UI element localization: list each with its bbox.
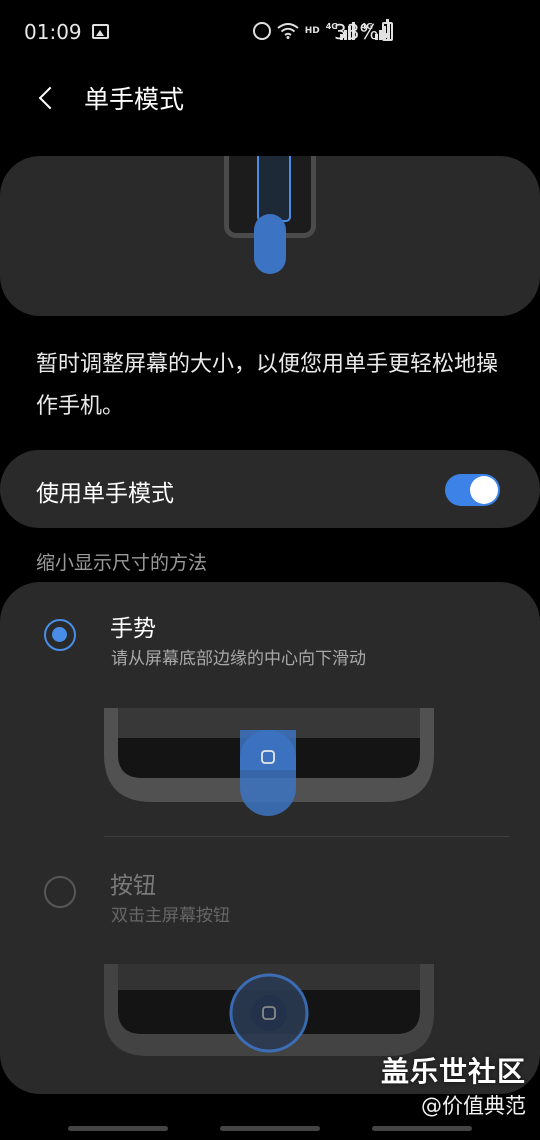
watermark-subtitle: @价值典范 bbox=[421, 1094, 526, 1118]
watermark-title: 盖乐世社区 bbox=[380, 1055, 526, 1088]
nav-hint-left[interactable] bbox=[68, 1126, 168, 1131]
wifi-icon bbox=[277, 23, 299, 39]
button-radio[interactable] bbox=[44, 876, 76, 908]
toggle-label: 使用单手模式 bbox=[36, 481, 174, 507]
gesture-illustration bbox=[104, 708, 434, 816]
nav-hint-center[interactable] bbox=[220, 1126, 320, 1131]
mode-description: 暂时调整屏幕的大小，以便您用单手更轻松地操作手机。 bbox=[36, 352, 499, 419]
gesture-option-subtitle: 请从屏幕底部边缘的中心向下滑动 bbox=[111, 649, 366, 669]
back-button[interactable] bbox=[28, 80, 64, 116]
battery-icon bbox=[382, 19, 393, 41]
status-time: 01:09 bbox=[24, 20, 82, 44]
battery-percent: 33% bbox=[334, 20, 379, 44]
gallery-notification-icon bbox=[92, 24, 109, 39]
shrunk-screen-illustration bbox=[257, 156, 291, 222]
button-illustration bbox=[104, 964, 434, 1056]
swipe-finger-icon bbox=[254, 214, 286, 274]
one-hand-mode-switch[interactable] bbox=[445, 474, 500, 506]
nav-hint-right[interactable] bbox=[372, 1126, 472, 1131]
button-option-title[interactable]: 按钮 bbox=[110, 866, 156, 900]
page-title: 单手模式 bbox=[84, 85, 185, 114]
section-header: 缩小显示尺寸的方法 bbox=[36, 552, 208, 574]
alarm-icon bbox=[252, 22, 271, 40]
gesture-option-title[interactable]: 手势 bbox=[110, 609, 156, 643]
switch-knob bbox=[470, 476, 498, 504]
button-option-subtitle: 双击主屏幕按钮 bbox=[111, 906, 230, 926]
hd-indicator: HD bbox=[304, 26, 320, 36]
divider bbox=[104, 836, 510, 837]
gesture-radio[interactable] bbox=[44, 619, 76, 651]
status-bar: 01:09 HD 4G 4G 33% bbox=[0, 0, 540, 66]
